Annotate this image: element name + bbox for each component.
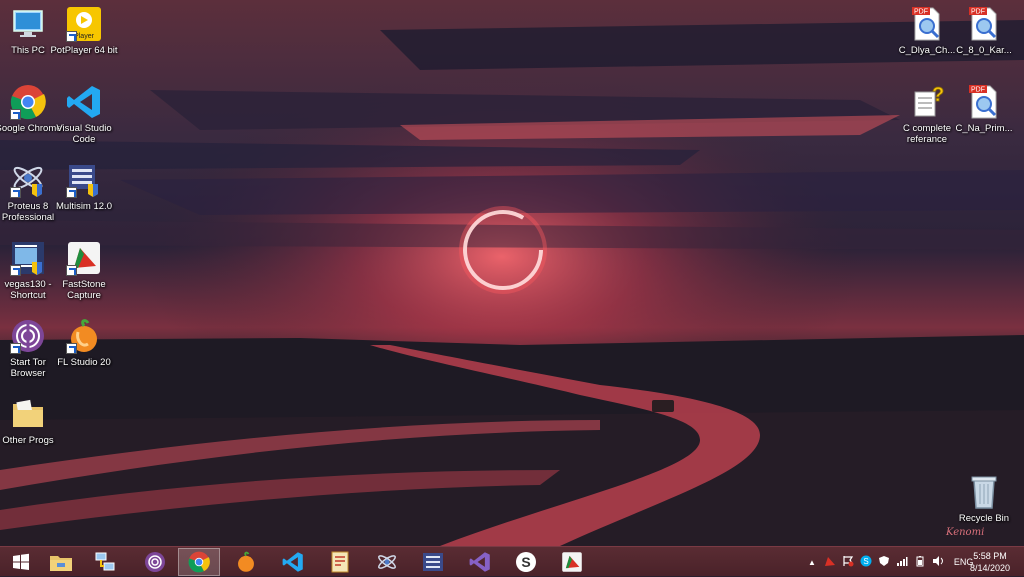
signal-bars-icon: [896, 557, 908, 566]
pdf-icon: PDF: [909, 6, 945, 42]
tor-icon: [10, 318, 46, 354]
taskbar-chrome[interactable]: [178, 548, 220, 576]
skype-tray-icon: S: [860, 555, 872, 567]
system-tray: ▲ S ENG: [808, 547, 981, 577]
desktop-icon-label: Recycle Bin: [958, 513, 1010, 524]
desktop-icon-label: Visual Studio Code: [56, 123, 112, 145]
shortcut-arrow-icon: [10, 265, 21, 276]
taskbar-visual-studio[interactable]: [459, 548, 501, 576]
desktop-icon-label: FastStone Capture: [62, 279, 106, 301]
shortcut-arrow-icon: [66, 265, 77, 276]
desktop-icon-multisim[interactable]: Multisim 12.0: [46, 162, 122, 212]
desktop-icon-pdf-c-na-prim[interactable]: PDF C_Na_Prim...: [946, 84, 1022, 134]
desktop-icon-faststone[interactable]: FastStone Capture: [46, 240, 122, 301]
desktop-icon-label: Multisim 12.0: [56, 201, 112, 212]
taskbar-multisim[interactable]: [412, 548, 454, 576]
shortcut-arrow-icon: [10, 187, 21, 198]
windows-logo-icon: [13, 553, 29, 570]
shortcut-arrow-icon: [10, 109, 21, 120]
pdf-badge: PDF: [971, 9, 985, 16]
fl-studio-icon: [66, 318, 102, 354]
chrome-icon: [10, 84, 46, 120]
desktop-icon-label: FL Studio 20: [57, 357, 111, 368]
battery-icon[interactable]: [914, 555, 926, 569]
this-pc-icon: [10, 6, 46, 42]
potplayer-icon: Player: [66, 6, 102, 42]
chrome-icon: [188, 551, 210, 573]
vegas-icon: [10, 240, 46, 276]
svg-text:S: S: [863, 557, 868, 566]
skype-icon[interactable]: S: [860, 555, 872, 569]
taskbar-fl-studio[interactable]: [225, 548, 267, 576]
security-icon[interactable]: [878, 555, 890, 569]
shortcut-arrow-icon: [66, 187, 77, 198]
shield-icon: [878, 556, 889, 566]
svg-text:?: ?: [932, 84, 944, 106]
desktop-icon-pdf-c-8[interactable]: PDF C_8_0_Kar...: [946, 6, 1022, 56]
taskbar-tor-browser[interactable]: [134, 548, 176, 576]
wallpaper-signature: Kenomi: [946, 527, 985, 538]
desktop-icon-potplayer[interactable]: Player PotPlayer 64 bit: [46, 6, 122, 56]
folder-icon: [50, 556, 72, 571]
desktop-icon-label: PotPlayer 64 bit: [50, 45, 118, 56]
shortcut-arrow-icon: [10, 343, 21, 354]
vscode-icon: [282, 552, 303, 572]
desktop-icon-other-progs[interactable]: Other Progs: [0, 396, 66, 446]
taskbar: S ▲ S ENG 5:58 PM 8/14/2020: [0, 546, 1024, 576]
shortcut-arrow-icon: [66, 31, 77, 42]
taskbar-file-explorer[interactable]: [40, 548, 82, 576]
faststone-icon: [66, 240, 102, 276]
help-file-icon: ?: [909, 84, 945, 120]
pdf-badge: PDF: [914, 9, 928, 16]
pdf-icon: PDF: [966, 6, 1002, 42]
tor-icon: [145, 552, 165, 572]
faststone-tray-icon: [824, 557, 835, 566]
vscode-icon: [66, 84, 102, 120]
sublime-icon: S: [516, 552, 536, 572]
fl-studio-icon: [238, 551, 254, 572]
desktop-icon-fl-studio[interactable]: FL Studio 20: [46, 318, 122, 368]
pdf-badge: PDF: [971, 87, 985, 94]
clock-time: 5:58 PM: [973, 551, 1007, 561]
desktop-icon-label: C_8_0_Kar...: [956, 45, 1012, 56]
desktop-icon-label: C_Na_Prim...: [955, 123, 1013, 134]
taskbar-vscode[interactable]: [272, 548, 314, 576]
pdf-icon: PDF: [966, 84, 1002, 120]
shortcut-arrow-icon: [66, 343, 77, 354]
taskbar-sublime[interactable]: S: [505, 548, 547, 576]
taskbar-document-app[interactable]: [319, 548, 361, 576]
action-center-flag-icon[interactable]: [842, 555, 854, 569]
network-computers-icon: [95, 552, 115, 571]
desktop-icon-vscode[interactable]: Visual Studio Code: [46, 84, 122, 145]
document-edit-icon: [331, 551, 349, 573]
proteus-icon: [10, 162, 46, 198]
taskbar-clock[interactable]: 5:58 PM 8/14/2020: [970, 550, 1010, 574]
desktop-icon-label: Other Progs: [2, 435, 54, 446]
start-button[interactable]: [0, 548, 42, 576]
proteus-icon: [378, 555, 396, 569]
clock-date: 8/14/2020: [969, 563, 1010, 573]
battery-tray-icon: [916, 556, 924, 567]
taskbar-faststone[interactable]: [551, 548, 593, 576]
tray-app-icon[interactable]: [824, 555, 836, 569]
multisim-icon: [66, 162, 102, 198]
volume-icon[interactable]: [932, 555, 944, 569]
visual-studio-icon: [469, 552, 490, 572]
speaker-icon: [932, 556, 943, 566]
flag-icon: [843, 556, 854, 567]
taskbar-proteus[interactable]: [366, 548, 408, 576]
taskbar-network-app[interactable]: [84, 548, 126, 576]
show-hidden-icons-icon[interactable]: ▲: [808, 558, 816, 567]
svg-text:S: S: [521, 554, 530, 570]
desktop-wallpaper: [0, 0, 1024, 546]
folder-icon: [10, 396, 46, 432]
multisim-icon: [423, 553, 443, 571]
faststone-icon: [562, 552, 582, 572]
desktop-icon-recycle-bin[interactable]: Recycle Bin: [946, 474, 1022, 524]
network-signal-icon[interactable]: [896, 555, 908, 569]
potplayer-icon-text: Player: [74, 33, 95, 40]
recycle-bin-icon: [966, 474, 1002, 510]
